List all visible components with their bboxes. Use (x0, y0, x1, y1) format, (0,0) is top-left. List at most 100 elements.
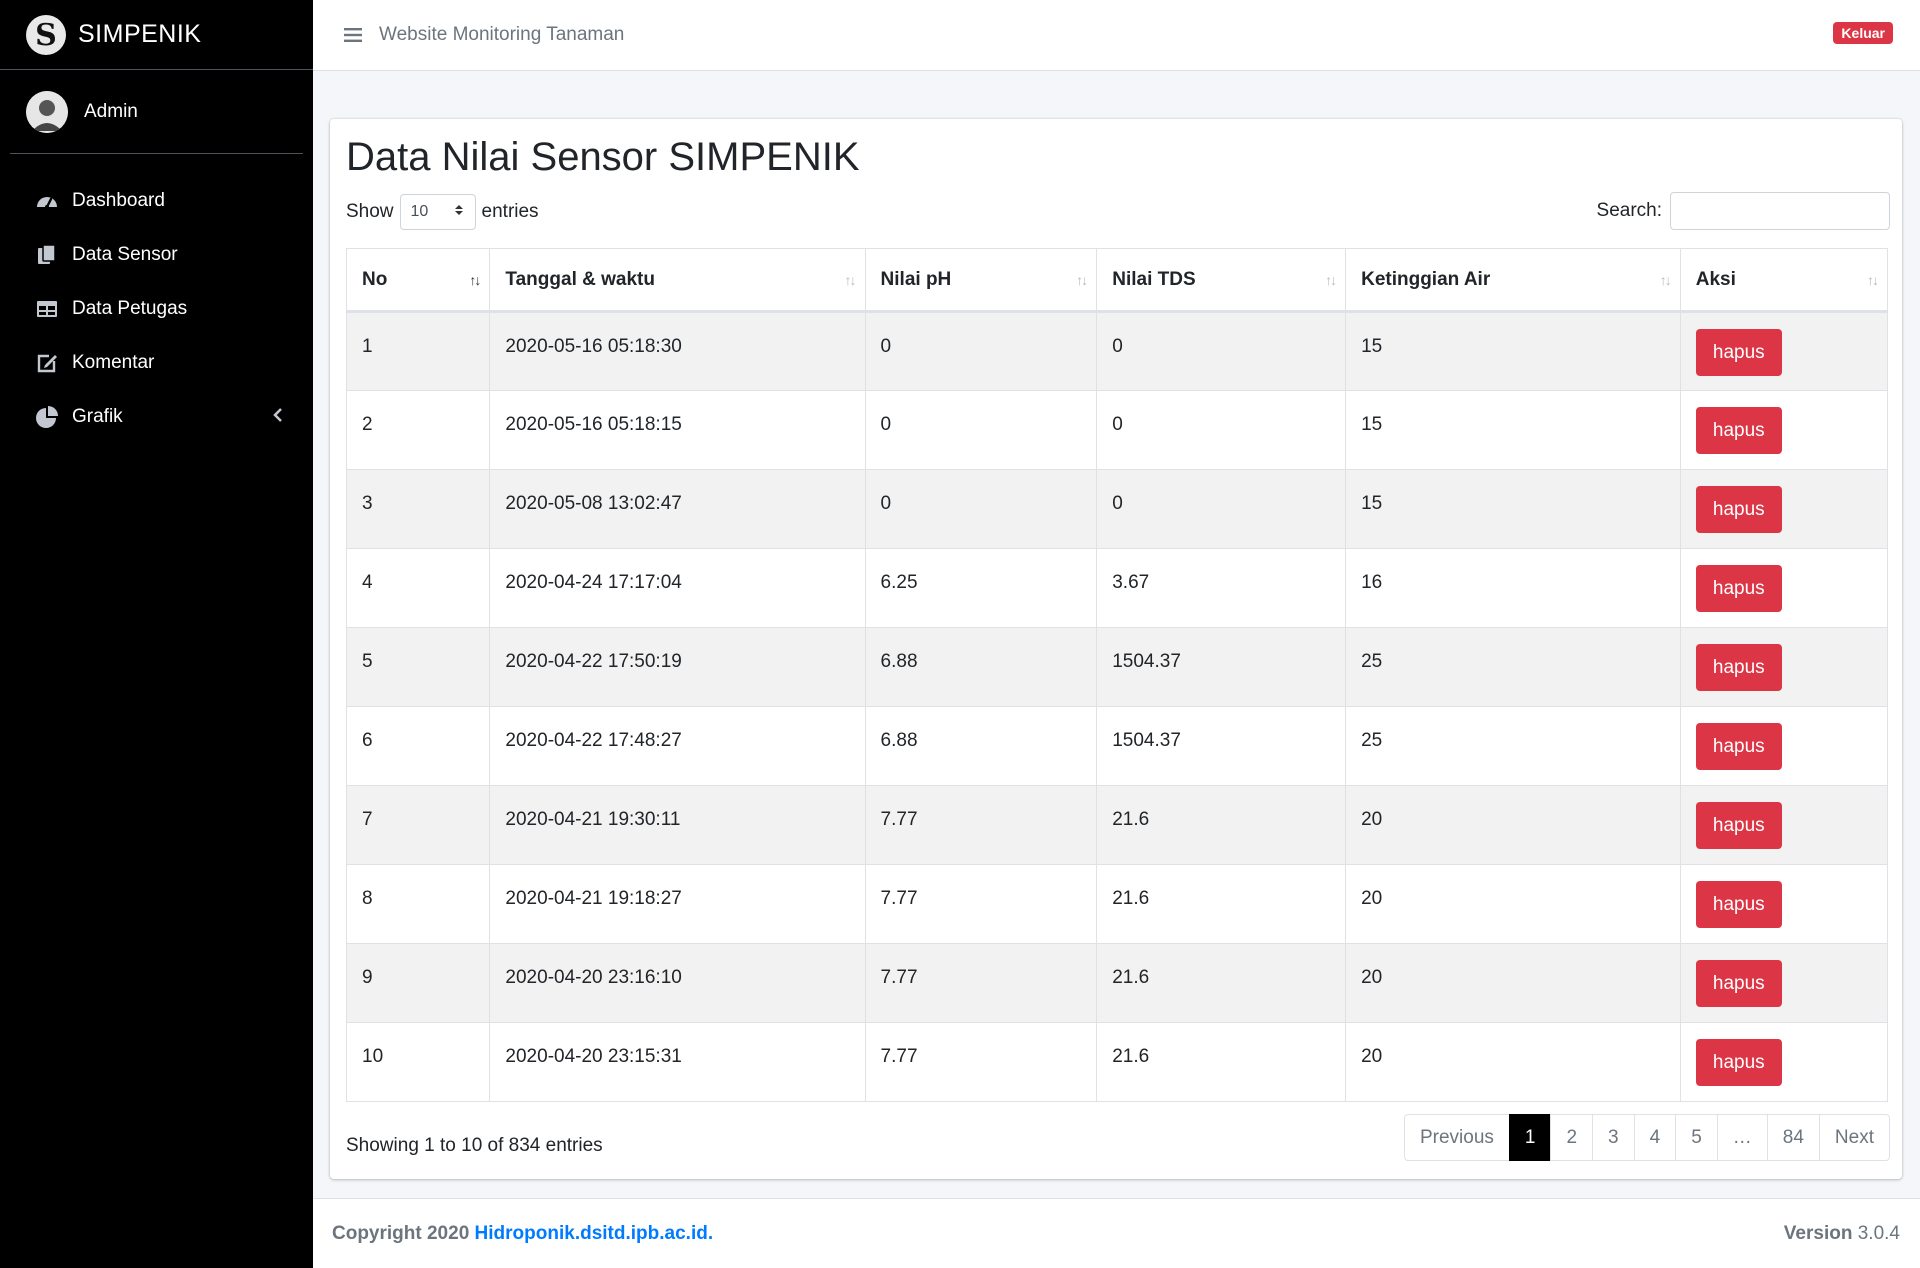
table-cell: 2020-04-21 19:30:11 (489, 785, 866, 865)
delete-button[interactable]: hapus (1695, 407, 1782, 454)
table-cell: 2020-04-21 19:18:27 (489, 864, 866, 944)
sidebar: S SIMPENIK Admin Dashboard Data Sensor D… (0, 0, 313, 1268)
table-row: 2 2020-05-16 05:18:15 0 0 15 hapus (345, 390, 1889, 470)
column-header[interactable]: Nilai pH ↑↓ (864, 248, 1098, 313)
action-cell: hapus (1679, 706, 1889, 786)
table-cell: 7.77 (864, 943, 1098, 1023)
column-header-label: Aksi (1695, 268, 1736, 290)
column-header[interactable]: No ↑↓ (345, 248, 491, 313)
pagination-page[interactable]: 5 (1675, 1114, 1718, 1161)
table-cell: 20 (1345, 785, 1681, 865)
hamburger-menu-icon[interactable] (341, 23, 365, 47)
table-cell: 16 (1345, 548, 1681, 628)
delete-button[interactable]: hapus (1695, 329, 1782, 376)
sort-icon: ↑↓ (469, 271, 481, 288)
pagination-page[interactable]: 3 (1592, 1114, 1635, 1161)
table-info: Showing 1 to 10 of 834 entries (346, 1135, 603, 1156)
delete-button[interactable]: hapus (1695, 486, 1782, 533)
avatar (26, 90, 68, 133)
entries-length-control: Show 10 entries (346, 194, 539, 230)
table-cell: 6.25 (864, 548, 1098, 628)
copyright-period: . (707, 1222, 714, 1244)
delete-button[interactable]: hapus (1695, 802, 1782, 849)
sidebar-item-grafik[interactable]: Grafik (0, 390, 313, 444)
action-cell: hapus (1679, 785, 1889, 865)
column-header[interactable]: Ketinggian Air ↑↓ (1345, 248, 1681, 313)
table-cell: 0 (864, 311, 1098, 391)
pagination-page[interactable]: 4 (1633, 1114, 1677, 1161)
action-cell: hapus (1679, 1022, 1889, 1102)
entries-select[interactable]: 10 (399, 194, 476, 230)
brand-link[interactable]: S SIMPENIK (0, 0, 313, 70)
table-cell: 6.88 (864, 627, 1098, 707)
table-cell: 0 (864, 469, 1098, 549)
logout-button[interactable]: Keluar (1833, 22, 1893, 44)
table-cell: 21.6 (1096, 864, 1347, 944)
sidebar-item-komentar[interactable]: Komentar (0, 336, 313, 390)
delete-button[interactable]: hapus (1695, 644, 1782, 691)
sort-icon: ↑↓ (1659, 271, 1672, 288)
sort-icon: ↑↓ (844, 271, 857, 288)
table-cell: 3 (345, 469, 491, 549)
table-cell: 2020-04-24 17:17:04 (489, 548, 866, 628)
table-cell: 7.77 (864, 864, 1098, 944)
sidebar-item-dashboard[interactable]: Dashboard (0, 174, 313, 228)
sidebar-item-data-petugas[interactable]: Data Petugas (0, 282, 313, 336)
action-cell: hapus (1679, 548, 1889, 628)
table-body: 1 2020-05-16 05:18:30 0 0 15 hapus 2 2020-05-16… (345, 311, 1889, 1102)
search-filter: Search: (1597, 192, 1890, 230)
header-title[interactable]: Website Monitoring Tanaman (379, 24, 624, 46)
footer-link[interactable]: Hidroponik.dsitd.ipb.ac.id (475, 1223, 708, 1244)
delete-button[interactable]: hapus (1695, 723, 1782, 770)
column-header[interactable]: Tanggal & waktu ↑↓ (489, 248, 866, 313)
copy-icon (34, 242, 60, 268)
column-header-label: Nilai pH (880, 268, 952, 290)
table-cell: 2020-05-08 13:02:47 (489, 469, 866, 549)
action-cell: hapus (1679, 864, 1889, 944)
table-cell: 7.77 (864, 1022, 1098, 1102)
delete-button[interactable]: hapus (1695, 1039, 1782, 1086)
table-icon (34, 296, 60, 322)
sidebar-item-label: Data Sensor (72, 244, 178, 265)
delete-button[interactable]: hapus (1695, 881, 1782, 928)
table-cell: 20 (1345, 943, 1681, 1023)
pagination-page[interactable]: 2 (1550, 1114, 1594, 1161)
version: Version 3.0.4 (1784, 1223, 1900, 1245)
column-header-label: Nilai TDS (1112, 268, 1196, 290)
table-row: 3 2020-05-08 13:02:47 0 0 15 hapus (345, 469, 1889, 549)
user-name: Admin (84, 100, 138, 122)
table-cell: 6 (345, 706, 491, 786)
column-header[interactable]: Nilai TDS ↑↓ (1096, 248, 1347, 313)
pagination-next[interactable]: Next (1818, 1114, 1890, 1161)
action-cell: hapus (1679, 311, 1889, 391)
table-cell: 20 (1345, 1022, 1681, 1102)
table-cell: 0 (1096, 469, 1347, 549)
table-cell: 8 (345, 864, 491, 944)
sidebar-item-label: Grafik (72, 406, 123, 427)
table-cell: 1 (345, 311, 491, 391)
delete-button[interactable]: hapus (1695, 565, 1782, 612)
column-header-label: Tanggal & waktu (505, 268, 655, 290)
pagination-previous[interactable]: Previous (1403, 1114, 1510, 1161)
user-panel[interactable]: Admin (10, 70, 303, 154)
table-cell: 5 (345, 627, 491, 707)
search-input[interactable] (1670, 192, 1890, 230)
table-cell: 2020-05-16 05:18:30 (489, 311, 866, 391)
table-row: 4 2020-04-24 17:17:04 6.25 3.67 16 hapus (345, 548, 1889, 628)
pagination: Previous 1 2 3 4 5… 84 Next (1403, 1114, 1890, 1161)
entries-suffix: entries (481, 201, 539, 222)
table-cell: 25 (1345, 627, 1681, 707)
version-value: 3.0.4 (1857, 1222, 1900, 1244)
table-cell: 15 (1345, 469, 1681, 549)
sidebar-nav: Dashboard Data Sensor Data Petugas Komen… (0, 154, 313, 444)
pagination-page[interactable]: 1 (1508, 1114, 1552, 1161)
table-cell: 2020-04-22 17:48:27 (489, 706, 866, 786)
sidebar-item-data-sensor[interactable]: Data Sensor (0, 228, 313, 282)
delete-button[interactable]: hapus (1695, 960, 1782, 1007)
version-label: Version (1783, 1222, 1853, 1244)
table-cell: 2020-04-20 23:16:10 (489, 943, 866, 1023)
pagination-page[interactable]: 84 (1766, 1114, 1820, 1161)
sensor-data-card: Data Nilai Sensor SIMPENIK Show 10 entri… (330, 119, 1902, 1179)
column-header[interactable]: Aksi ↑↓ (1679, 248, 1889, 313)
chevron-left-icon (273, 406, 283, 428)
